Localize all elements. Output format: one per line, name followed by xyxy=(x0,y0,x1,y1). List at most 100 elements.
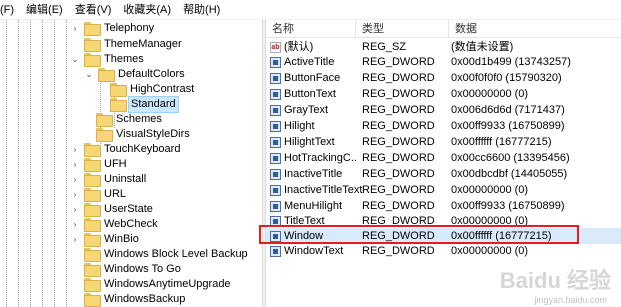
folder-icon xyxy=(84,53,101,67)
value-type: REG_DWORD xyxy=(362,200,435,212)
chevron-down-icon[interactable]: ⌄ xyxy=(84,69,94,79)
tree-item-label: Themes xyxy=(104,52,144,65)
value-data: (数值未设置) xyxy=(451,41,514,53)
chevron-right-icon[interactable]: › xyxy=(70,174,80,184)
tree-guide-line xyxy=(54,20,55,307)
binary-value-icon xyxy=(270,136,281,148)
tree-item-ufh[interactable]: › UFH xyxy=(70,156,129,172)
value-data: 0x00ffffff (16777215) xyxy=(451,230,552,242)
list-row-buttonface[interactable]: ButtonFace REG_DWORD 0x00f0f0f0 (1579032… xyxy=(266,70,621,86)
value-name: GrayText xyxy=(284,104,329,116)
tree-item-standard[interactable]: Standard xyxy=(110,95,179,113)
folder-icon xyxy=(84,22,101,36)
registry-key-tree[interactable]: › Telephony ThemeManager ⌄ Themes ⌄ Defa… xyxy=(0,20,262,307)
tree-item-label: Standard xyxy=(128,95,179,113)
list-row-graytext[interactable]: GrayText REG_DWORD 0x006d6d6d (7171437) xyxy=(266,102,621,118)
menu-file[interactable]: (F) xyxy=(0,0,20,20)
value-type: REG_DWORD xyxy=(362,136,435,148)
column-header-name[interactable]: 名称 xyxy=(266,20,356,38)
folder-icon xyxy=(84,173,101,187)
folder-icon xyxy=(84,278,101,292)
tree-item-themes[interactable]: ⌄ Themes xyxy=(70,51,146,67)
list-row-inactivetitletext[interactable]: InactiveTitleText REG_DWORD 0x00000000 (… xyxy=(266,182,621,198)
folder-icon xyxy=(110,98,127,112)
tree-item-defaultcolors[interactable]: ⌄ DefaultColors xyxy=(84,66,187,82)
list-row-hottrackingcolor[interactable]: HotTrackingC... REG_DWORD 0x00cc6600 (13… xyxy=(266,150,621,166)
value-name: ButtonFace xyxy=(284,72,341,84)
tree-item-visualstyledirs[interactable]: VisualStyleDirs xyxy=(96,126,192,142)
column-header-type[interactable]: 类型 xyxy=(356,20,449,38)
tree-item-webcheck[interactable]: › WebCheck xyxy=(70,216,160,232)
menu-edit[interactable]: 编辑(E) xyxy=(20,0,69,20)
value-name: WindowText xyxy=(284,245,344,257)
tree-item-touchkeyboard[interactable]: › TouchKeyboard xyxy=(70,141,182,157)
menu-bar: (F) 编辑(E) 查看(V) 收藏夹(A) 帮助(H) xyxy=(0,0,621,20)
chevron-down-icon[interactable]: ⌄ xyxy=(70,54,80,64)
value-name: HilightText xyxy=(284,136,335,148)
value-data: 0x00ff9933 (16750899) xyxy=(451,200,565,212)
list-row-window[interactable]: Window REG_DWORD 0x00ffffff (16777215) xyxy=(266,228,621,244)
list-row-buttontext[interactable]: ButtonText REG_DWORD 0x00000000 (0) xyxy=(266,86,621,102)
value-name: InactiveTitleText xyxy=(284,184,363,196)
tree-item-url[interactable]: › URL xyxy=(70,186,128,202)
folder-icon xyxy=(84,38,101,52)
value-data: 0x00000000 (0) xyxy=(451,88,529,100)
tree-item-userstate[interactable]: › UserState xyxy=(70,201,155,217)
value-type: REG_DWORD xyxy=(362,215,435,227)
tree-item-label: WinBio xyxy=(104,232,139,245)
tree-guide-line xyxy=(6,20,7,307)
tree-item-thememanager[interactable]: ThemeManager xyxy=(84,36,184,52)
tree-item-windowsbackup[interactable]: WindowsBackup xyxy=(84,291,187,307)
tree-item-label: WebCheck xyxy=(104,217,158,230)
chevron-right-icon[interactable]: › xyxy=(70,234,80,244)
value-data: 0x00ffffff (16777215) xyxy=(451,136,552,148)
chevron-right-icon[interactable]: › xyxy=(70,144,80,154)
chevron-right-icon[interactable]: › xyxy=(70,204,80,214)
chevron-right-icon[interactable]: › xyxy=(70,159,80,169)
menu-help[interactable]: 帮助(H) xyxy=(177,0,226,20)
list-row-activetitle[interactable]: ActiveTitle REG_DWORD 0x00d1b499 (137432… xyxy=(266,54,621,70)
value-type: REG_DWORD xyxy=(362,152,435,164)
list-row-default[interactable]: ab (默认) REG_SZ (数值未设置) xyxy=(266,39,621,55)
value-data: 0x00cc6600 (13395456) xyxy=(451,152,570,164)
value-name: HotTrackingC... xyxy=(284,152,356,164)
tree-item-label: UFH xyxy=(104,157,127,170)
binary-value-icon xyxy=(270,168,281,180)
tree-item-winbio[interactable]: › WinBio xyxy=(70,231,141,247)
list-row-inactivetitle[interactable]: InactiveTitle REG_DWORD 0x00dbcdbf (1440… xyxy=(266,166,621,182)
chevron-right-icon[interactable]: › xyxy=(70,219,80,229)
value-data: 0x006d6d6d (7171437) xyxy=(451,104,565,116)
tree-item-windows-to-go[interactable]: Windows To Go xyxy=(84,261,183,277)
folder-icon xyxy=(84,248,101,262)
value-type: REG_DWORD xyxy=(362,120,435,132)
value-type: REG_DWORD xyxy=(362,168,435,180)
tree-item-uninstall[interactable]: › Uninstall xyxy=(70,171,148,187)
list-row-titletext[interactable]: TitleText REG_DWORD 0x00000000 (0) xyxy=(266,213,621,229)
tree-item-windowsanytimeupgrade[interactable]: WindowsAnytimeUpgrade xyxy=(84,276,233,292)
value-type: REG_DWORD xyxy=(362,104,435,116)
column-header-data[interactable]: 数据 xyxy=(449,20,621,38)
watermark-url: jingyan.baidu.com xyxy=(534,295,607,305)
binary-value-icon xyxy=(270,152,281,164)
list-row-hilight[interactable]: Hilight REG_DWORD 0x00ff9933 (16750899) xyxy=(266,118,621,134)
value-name: (默认) xyxy=(284,41,314,53)
value-data: 0x00f0f0f0 (15790320) xyxy=(451,72,562,84)
tree-item-schemes[interactable]: Schemes xyxy=(96,111,164,127)
list-row-windowtext[interactable]: WindowText REG_DWORD 0x00000000 (0) xyxy=(266,243,621,259)
value-type: REG_DWORD xyxy=(362,245,435,257)
value-type: REG_DWORD xyxy=(362,184,435,196)
chevron-right-icon[interactable]: › xyxy=(70,189,80,199)
value-data: 0x00ff9933 (16750899) xyxy=(451,120,565,132)
value-type: REG_DWORD xyxy=(362,88,435,100)
value-name: MenuHilight xyxy=(284,200,343,212)
binary-value-icon xyxy=(270,88,281,100)
value-type: REG_DWORD xyxy=(362,72,435,84)
tree-item-telephony[interactable]: › Telephony xyxy=(70,20,156,36)
list-row-hilighttext[interactable]: HilightText REG_DWORD 0x00ffffff (167772… xyxy=(266,134,621,150)
list-row-menuhilight[interactable]: MenuHilight REG_DWORD 0x00ff9933 (167508… xyxy=(266,198,621,214)
tree-item-windows-block-level-backup[interactable]: Windows Block Level Backup xyxy=(84,246,250,262)
menu-favorites[interactable]: 收藏夹(A) xyxy=(117,0,177,20)
chevron-right-icon[interactable]: › xyxy=(70,23,80,33)
value-data: 0x00dbcdbf (14405055) xyxy=(451,168,568,180)
menu-view[interactable]: 查看(V) xyxy=(69,0,118,20)
